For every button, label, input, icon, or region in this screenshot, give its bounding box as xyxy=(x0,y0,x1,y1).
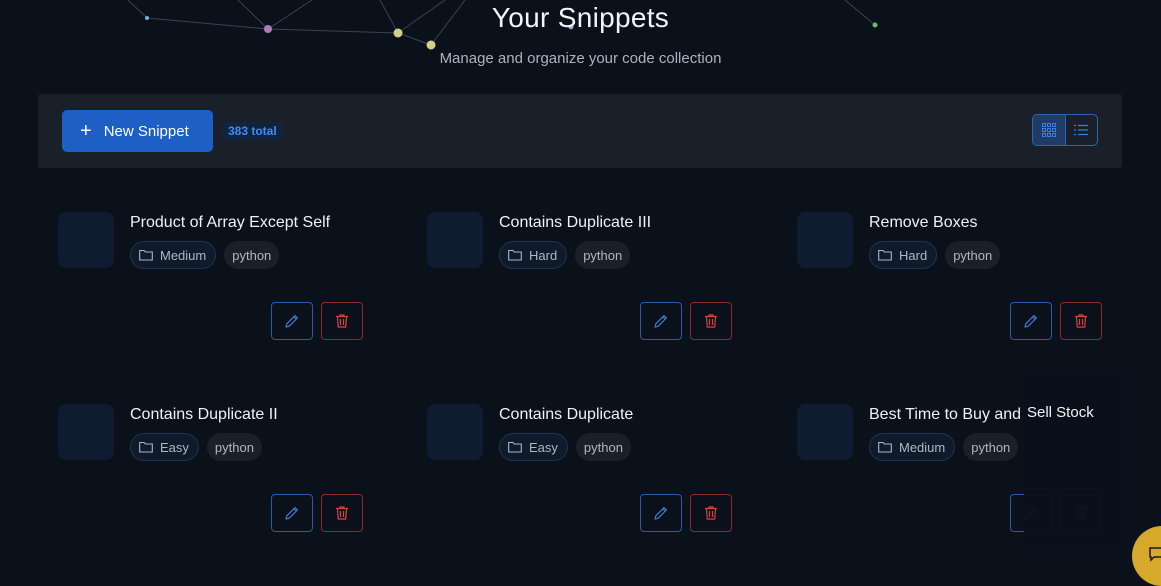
difficulty-label: Easy xyxy=(529,439,558,455)
snippets-toolbar: + New Snippet 383 total xyxy=(38,94,1122,168)
snippet-title[interactable]: Best Time to Buy and xyxy=(869,406,1021,424)
difficulty-tag: Hard xyxy=(869,241,938,269)
title-tooltip-text: Sell Stock xyxy=(1027,404,1094,421)
difficulty-label: Hard xyxy=(899,247,928,263)
snippet-card[interactable]: Remove Boxes Hard python xyxy=(797,212,1103,342)
delete-button[interactable] xyxy=(321,494,363,532)
difficulty-label: Easy xyxy=(160,439,189,455)
delete-button[interactable] xyxy=(690,494,732,532)
chat-button[interactable] xyxy=(1132,526,1161,586)
edit-button[interactable] xyxy=(271,302,313,340)
difficulty-tag: Medium xyxy=(869,433,956,461)
snippet-tags: Medium python xyxy=(130,241,280,269)
snippet-title[interactable]: Remove Boxes xyxy=(869,214,978,232)
difficulty-label: Medium xyxy=(160,247,207,263)
pencil-icon xyxy=(1024,315,1037,328)
snippet-thumbnail xyxy=(58,404,114,460)
list-view-button[interactable] xyxy=(1064,115,1098,145)
trash-icon xyxy=(705,314,717,328)
snippet-card[interactable]: Contains Duplicate II Easy python xyxy=(58,404,364,534)
snippet-title[interactable]: Contains Duplicate II xyxy=(130,406,278,424)
title-tooltip xyxy=(1024,374,1124,549)
new-snippet-label: New Snippet xyxy=(103,122,189,140)
difficulty-tag: Medium xyxy=(130,241,217,269)
difficulty-tag: Easy xyxy=(499,433,568,461)
difficulty-label: Hard xyxy=(529,247,558,263)
folder-icon xyxy=(139,249,153,261)
snippet-tags: Hard python xyxy=(869,241,1001,269)
snippet-card[interactable]: Contains Duplicate III Hard python xyxy=(427,212,733,342)
page-title: Your Snippets xyxy=(491,2,670,33)
language-tag: python xyxy=(575,433,631,461)
snippet-card[interactable]: Contains Duplicate Easy python xyxy=(427,404,733,534)
page-subtitle: Manage and organize your code collection xyxy=(439,50,722,67)
list-icon xyxy=(1074,124,1089,136)
folder-icon xyxy=(508,249,522,261)
language-tag: python xyxy=(224,241,280,269)
snippet-thumbnail xyxy=(427,404,483,460)
plus-icon: + xyxy=(80,120,92,142)
trash-icon xyxy=(336,506,348,520)
edit-button[interactable] xyxy=(640,302,682,340)
trash-icon xyxy=(1075,314,1087,328)
pencil-icon xyxy=(285,315,298,328)
pencil-icon xyxy=(285,507,298,520)
language-tag: python xyxy=(575,241,631,269)
delete-button[interactable] xyxy=(1060,302,1102,340)
folder-icon xyxy=(139,441,153,453)
snippet-tags: Easy python xyxy=(499,433,631,461)
delete-button[interactable] xyxy=(321,302,363,340)
edit-button[interactable] xyxy=(271,494,313,532)
language-tag: python xyxy=(206,433,262,461)
delete-button[interactable] xyxy=(690,302,732,340)
network-node xyxy=(426,40,436,50)
snippet-title[interactable]: Contains Duplicate III xyxy=(499,214,651,232)
snippet-thumbnail xyxy=(797,212,853,268)
edit-button[interactable] xyxy=(1010,302,1052,340)
difficulty-tag: Hard xyxy=(499,241,568,269)
view-toggle xyxy=(1032,114,1098,146)
trash-icon xyxy=(336,314,348,328)
total-count-badge: 383 total xyxy=(222,122,283,140)
snippet-thumbnail xyxy=(58,212,114,268)
trash-icon xyxy=(705,506,717,520)
language-tag: python xyxy=(945,241,1001,269)
edit-button[interactable] xyxy=(640,494,682,532)
grid-icon xyxy=(1041,123,1056,137)
snippet-tags: Hard python xyxy=(499,241,631,269)
language-tag: python xyxy=(963,433,1019,461)
folder-icon xyxy=(508,441,522,453)
snippet-card[interactable]: Product of Array Except Self Medium pyth… xyxy=(58,212,364,342)
snippet-thumbnail xyxy=(797,404,853,460)
difficulty-label: Medium xyxy=(899,439,946,455)
folder-icon xyxy=(878,249,892,261)
new-snippet-button[interactable]: + New Snippet xyxy=(62,110,213,152)
pencil-icon xyxy=(654,315,667,328)
snippet-title[interactable]: Contains Duplicate xyxy=(499,406,633,424)
snippet-tags: Medium python xyxy=(869,433,1019,461)
folder-icon xyxy=(878,441,892,453)
pencil-icon xyxy=(654,507,667,520)
difficulty-tag: Easy xyxy=(130,433,199,461)
snippet-tags: Easy python xyxy=(130,433,262,461)
snippet-title[interactable]: Product of Array Except Self xyxy=(130,214,330,232)
chat-bubble-icon xyxy=(1149,547,1161,562)
grid-view-button[interactable] xyxy=(1033,115,1065,145)
snippet-thumbnail xyxy=(427,212,483,268)
